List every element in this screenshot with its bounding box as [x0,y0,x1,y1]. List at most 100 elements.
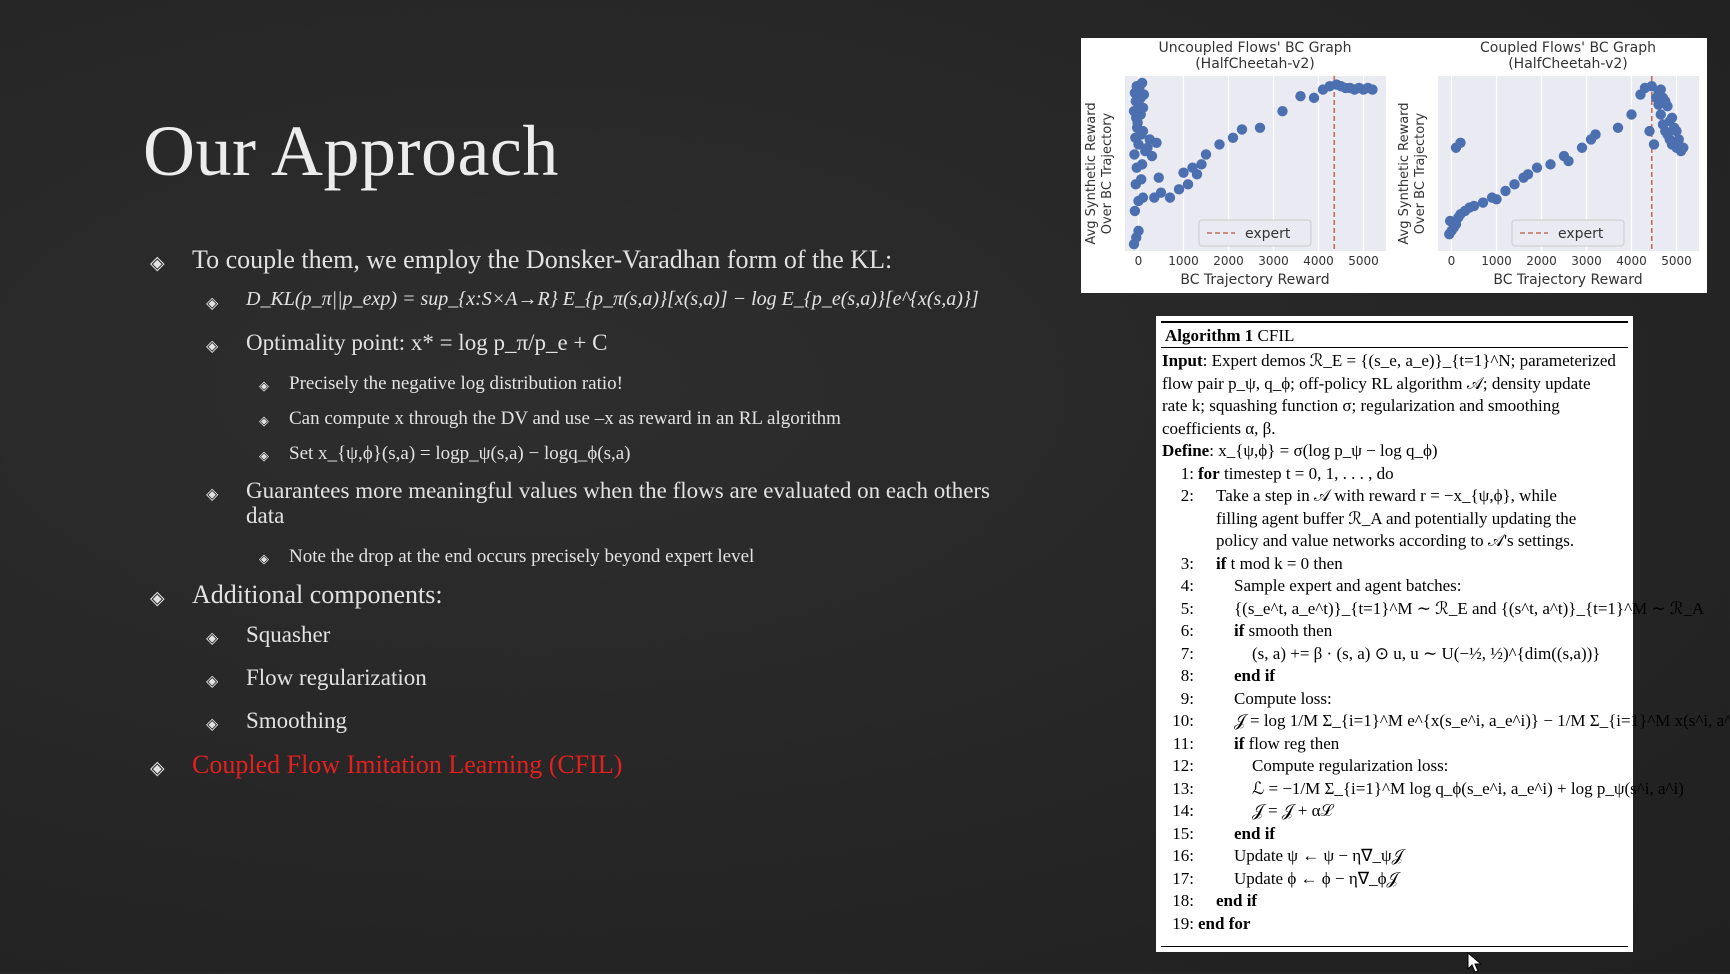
data-point [1612,122,1624,133]
line-number: 11: [1172,733,1194,753]
line-number: 15: [1172,823,1194,843]
bullet-compute-x: ◈ Can compute x through the DV and use –x… [150,408,1010,430]
line-text: if flow reg then [1234,733,1339,756]
statement: Sample expert and agent batches: [1234,576,1462,595]
x-tick-label: 0 [1135,254,1143,268]
algorithm-line: 15: end if [1162,823,1627,846]
x-tick-label: 4000 [1616,254,1647,268]
data-point [1182,179,1194,190]
legend-label: expert [1558,226,1604,242]
data-point [1531,162,1543,173]
line-text: Take a step in 𝒜 with reward r = −x_{ψ,ϕ… [1216,485,1557,508]
keyword: end if [1216,891,1258,910]
bullet-squasher: ◈ Squasher [150,622,1010,647]
statement: flow pair p_ψ, q_ϕ; off-policy RL algori… [1162,373,1591,393]
data-point [1254,122,1266,133]
y-axis-label: Avg Synthetic Reward [1397,102,1412,244]
line-number: 12: [1172,756,1194,775]
statement: flow reg then [1244,733,1340,753]
line-text: if smooth then [1234,620,1332,643]
line-number: 9: [1180,688,1194,708]
line-text: end if [1234,823,1275,846]
line-number: 14: [1172,801,1194,820]
algorithm-line: 18: end if [1162,890,1627,913]
diamond-bullet-icon: ◈ [206,671,219,690]
line-number: 7: [1180,643,1194,663]
line-text: Update ψ ← ψ − η∇_ψ𝒥 [1234,845,1403,868]
algorithm-line: 11: if flow reg then [1162,733,1627,756]
keyword: Input [1162,351,1203,370]
statement: ℒ = −1/M Σ_{i=1}^M log q_ϕ(s_e^i, a_e^i)… [1252,778,1684,798]
data-point [1491,194,1502,205]
algorithm-line: policy and value networks according to 𝒜… [1162,530,1627,553]
bullet-text: Squasher [246,622,331,647]
x-axis-label: BC Trajectory Reward [1180,272,1329,288]
statement: Take a step in 𝒜 with reward r = −x_{ψ,ϕ… [1216,486,1557,505]
bullet-text: Note the drop at the end occurs precisel… [289,546,755,567]
data-point [1669,122,1680,133]
bullet-text: Optimality point: x* = log p_π/p_e + C [246,330,608,355]
line-text: if t mod k = 0 then [1216,553,1343,576]
data-point [1173,184,1185,195]
keyword: end for [1198,913,1251,933]
bullet-flow-reg: ◈ Flow regularization [150,665,1010,690]
line-text: policy and value networks according to 𝒜… [1216,530,1574,553]
algorithm-line: rate k; squashing function σ; regulariza… [1162,395,1627,418]
algorithm-line: 13: ℒ = −1/M Σ_{i=1}^M log q_ϕ(s_e^i, a_e… [1162,778,1684,801]
line-number: 17: [1172,868,1194,888]
statement: policy and value networks according to 𝒜… [1216,531,1575,550]
line-number: 13: [1172,778,1194,798]
line-number: 4: [1180,576,1194,595]
diamond-bullet-icon: ◈ [259,379,269,394]
statement: : x_{ψ,ϕ} = σ(log p_ψ − log q_ϕ) [1209,441,1438,460]
data-point [1146,150,1158,162]
algorithm-line: 19: end for [1162,913,1627,936]
algorithm-box: Algorithm 1 CFIL Input: Expert demos ℛ_E… [1156,316,1730,952]
line-text: rate k; squashing function σ; regulariza… [1162,395,1560,418]
line-text: for timestep t = 0, 1, . . . , do [1198,463,1394,486]
data-point [1155,187,1167,198]
algorithm-line: 14: 𝒥 = 𝒥 + αℒ [1162,800,1627,823]
data-point [1277,105,1288,117]
line-text: end if [1216,890,1257,913]
keyword: end if [1234,823,1276,843]
algorithm-line: 4: Sample expert and agent batches: [1162,575,1627,598]
x-tick-label: 5000 [1661,254,1692,268]
data-point [1227,132,1239,143]
data-point [1137,192,1149,203]
slide-title: Our Approach [143,111,559,191]
data-point [1153,172,1164,183]
chart-title: Uncoupled Flows' BC Graph [1158,40,1351,56]
y-axis-label: Over BC Trajectory [1100,112,1115,234]
data-point [1477,197,1489,208]
data-point [1151,137,1162,148]
algorithm-line: 6: if smooth then [1162,620,1627,643]
diamond-bullet-icon: ◈ [259,414,269,429]
chart-subtitle: (HalfCheetah-v2) [1508,56,1628,72]
line-text: filling agent buffer ℛ_A and potentially… [1216,508,1576,531]
keyword: end if [1234,666,1276,685]
bullet-couple: ◈ To couple them, we employ the Donsker-V… [150,245,1010,274]
statement: coefficients α, β. [1162,418,1276,438]
bullet-text: To couple them, we employ the Donsker-Va… [192,245,893,274]
data-point [1129,205,1141,217]
data-point [1136,159,1148,170]
statement: rate k; squashing function σ; regulariza… [1162,396,1560,415]
line-text: end for [1198,913,1250,936]
algorithm-line: 7: (s, a) += β · (s, a) ⊙ u, u ∼ U(−½, ½)… [1162,643,1627,666]
data-point [1545,159,1556,170]
data-point [1132,117,1143,129]
bullet-text: Precisely the negative log distribution … [289,373,624,394]
x-axis-label: BC Trajectory Reward [1493,272,1642,288]
line-text: (s, a) += β · (s, a) ⊙ u, u ∼ U(−½, ½)^{… [1252,643,1600,666]
data-point [1660,96,1671,107]
algorithm-line: 9: Compute loss: [1162,688,1627,711]
bullet-optimality: ◈ Optimality point: x* = log p_π/p_e + C [150,330,1010,355]
algorithm-body: Input: Expert demos ℛ_E = {(s_e, a_e)}_{… [1162,350,1730,936]
x-tick-label: 3000 [1571,254,1602,268]
x-tick-label: 4000 [1303,254,1334,268]
data-point [1295,91,1306,102]
statement: timestep t = 0, 1, . . . , do [1219,463,1394,483]
bullet-set-x: ◈ Set x_{ψ,ϕ}(s,a) = logp_ψ(s,a) − logq_ϕ… [150,443,1010,465]
statement: t mod k = 0 then [1226,553,1343,573]
